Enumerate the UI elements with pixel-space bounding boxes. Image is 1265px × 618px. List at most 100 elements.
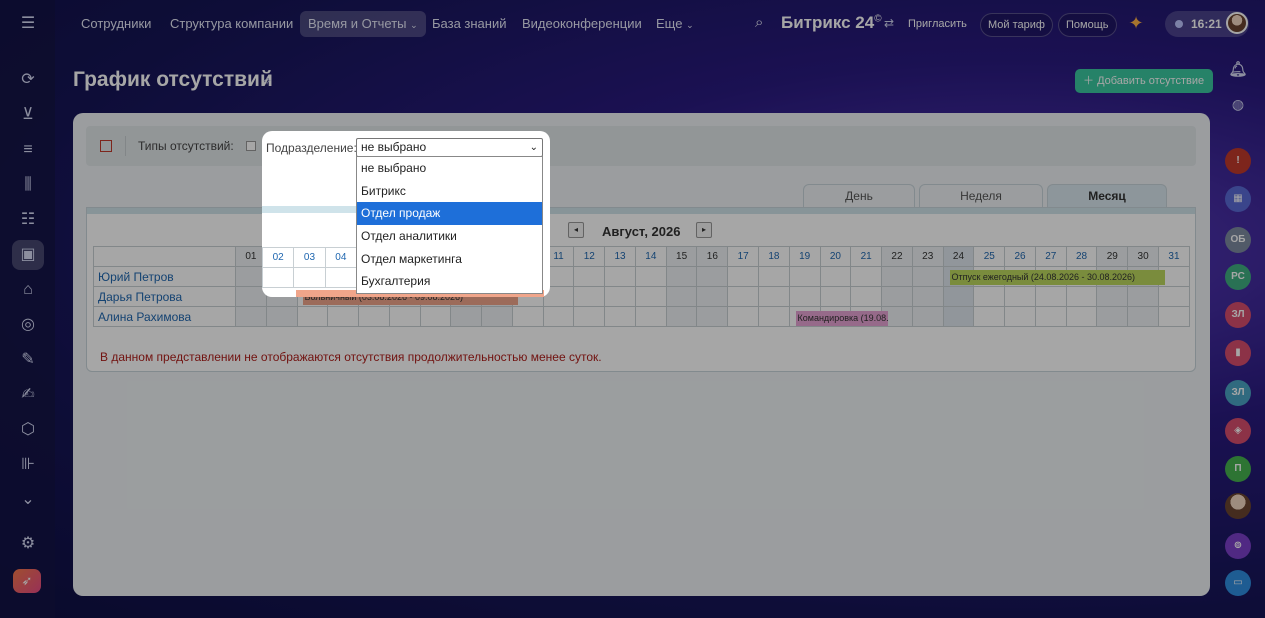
calendar-export-icon[interactable] [100, 140, 112, 152]
day-cell[interactable] [450, 306, 483, 327]
employee-name[interactable]: Юрий Петров [93, 266, 236, 287]
chevron-down-icon[interactable]: ⌄ [17, 489, 39, 511]
day-cell[interactable] [819, 286, 852, 307]
day-cell[interactable] [727, 286, 760, 307]
day-cell[interactable] [881, 266, 913, 287]
box-icon[interactable]: ⬡ [17, 419, 39, 441]
day-cell[interactable] [696, 306, 729, 327]
notification-icon[interactable]: ! [1225, 148, 1251, 174]
day-cell[interactable] [758, 306, 790, 327]
day-cell[interactable] [1004, 306, 1036, 327]
day-cell[interactable] [1065, 306, 1098, 327]
day-cell[interactable] [235, 306, 267, 327]
day-cell[interactable] [1157, 306, 1191, 327]
library-icon[interactable]: ⊪ [17, 454, 39, 476]
day-cell[interactable] [419, 306, 452, 327]
documents-icon[interactable]: ✎ [17, 349, 39, 371]
employee-name[interactable]: Алина Рахимова [93, 306, 236, 327]
day-cell[interactable] [1127, 306, 1159, 327]
department-option[interactable]: Битрикс [357, 180, 542, 203]
messenger-icon[interactable]: ▭ [1225, 570, 1251, 596]
day-cell[interactable] [573, 306, 606, 327]
day-header-22[interactable]: 22 [881, 246, 913, 267]
day-cell[interactable] [1034, 306, 1067, 327]
avatar-p[interactable]: П [1225, 456, 1251, 482]
avatar-photo[interactable] [1225, 493, 1251, 519]
day-cell[interactable] [1034, 286, 1067, 307]
department-option[interactable]: не выбрано [357, 157, 542, 180]
employee-name[interactable]: Дарья Петрова [93, 286, 236, 307]
day-cell[interactable] [296, 306, 329, 327]
bell-icon[interactable]: 🔔︎ [1225, 57, 1251, 83]
tasks-icon[interactable]: ☷ [17, 209, 39, 231]
day-cell[interactable] [911, 266, 944, 287]
day-cell[interactable] [665, 286, 698, 307]
day-cell[interactable] [1157, 286, 1191, 307]
search-icon[interactable]: ⌕ [755, 14, 763, 31]
crm-icon[interactable]: ⟳ [17, 69, 39, 91]
tab-month[interactable]: Месяц [1047, 184, 1167, 208]
nav-video-conferences[interactable]: Видеоконференции [514, 11, 650, 37]
day-cell[interactable] [942, 286, 975, 307]
day-cell[interactable] [788, 286, 821, 307]
copilot-icon[interactable]: ⊚ [1225, 533, 1251, 559]
menu-icon[interactable]: ☰ [17, 13, 39, 35]
day-cell[interactable] [573, 286, 606, 307]
day-cell[interactable] [573, 266, 606, 287]
target-icon[interactable]: ◎ [17, 314, 39, 336]
cart-icon[interactable]: ⊻ [17, 104, 39, 126]
day-header-20[interactable]: 20 [819, 246, 852, 267]
copilot-star-icon[interactable]: ✦ [1126, 13, 1146, 33]
day-cell[interactable] [819, 266, 852, 287]
day-cell[interactable] [542, 306, 575, 327]
day-header-31[interactable]: 31 [1157, 246, 1191, 267]
rocket-icon[interactable]: ➶ [13, 569, 41, 593]
day-cell[interactable] [758, 286, 790, 307]
tab-day[interactable]: День [803, 184, 915, 208]
bookmark-icon[interactable]: ▮ [1225, 340, 1251, 366]
day-header-18[interactable]: 18 [758, 246, 790, 267]
day-header-29[interactable]: 29 [1096, 246, 1129, 267]
calendar-icon[interactable]: ▦ [1225, 186, 1251, 212]
day-cell[interactable] [604, 286, 636, 307]
day-cell[interactable] [1096, 306, 1129, 327]
nav-employees[interactable]: Сотрудники [73, 11, 159, 37]
day-cell[interactable] [604, 306, 636, 327]
storage-icon[interactable]: ⌂ [17, 279, 39, 301]
day-header-17[interactable]: 17 [727, 246, 760, 267]
day-cell[interactable] [604, 266, 636, 287]
day-cell[interactable] [727, 266, 760, 287]
day-header-25[interactable]: 25 [973, 246, 1006, 267]
day-cell[interactable] [911, 306, 944, 327]
department-option[interactable]: Отдел продаж [357, 202, 542, 226]
day-cell[interactable] [727, 306, 760, 327]
day-header-15[interactable]: 15 [665, 246, 698, 267]
day-header-24[interactable]: 24 [942, 246, 975, 267]
day-cell[interactable] [665, 306, 698, 327]
day-cell[interactable] [973, 286, 1006, 307]
signature-icon[interactable]: ✍ [17, 384, 39, 406]
day-02[interactable]: 02 [261, 247, 295, 268]
day-cell[interactable] [358, 306, 390, 327]
avatar-rs[interactable]: РС [1225, 264, 1251, 290]
next-month-button[interactable]: ▸ [696, 222, 712, 238]
day-header-13[interactable]: 13 [604, 246, 636, 267]
pin-icon[interactable]: ✧ [262, 74, 272, 88]
tab-week[interactable]: Неделя [919, 184, 1043, 208]
day-header-19[interactable]: 19 [788, 246, 821, 267]
day-cell[interactable] [265, 306, 298, 327]
invite-button[interactable]: Пригласить [901, 13, 974, 37]
day-cell[interactable] [481, 306, 513, 327]
day-cell[interactable] [1096, 286, 1129, 307]
day-cell[interactable] [634, 286, 667, 307]
day-header-16[interactable]: 16 [696, 246, 729, 267]
absence-bar[interactable]: Отпуск ежегодный (24.08.2026 - 30.08.202… [949, 269, 1166, 285]
department-option[interactable]: Бухгалтерия [357, 270, 542, 293]
day-cell[interactable] [1065, 286, 1098, 307]
day-header-21[interactable]: 21 [850, 246, 883, 267]
day-cell[interactable] [665, 266, 698, 287]
day-cell[interactable] [388, 306, 421, 327]
day-cell[interactable] [881, 286, 913, 307]
time-reports-icon[interactable]: ▣ [12, 240, 44, 270]
day-cell[interactable] [850, 266, 883, 287]
